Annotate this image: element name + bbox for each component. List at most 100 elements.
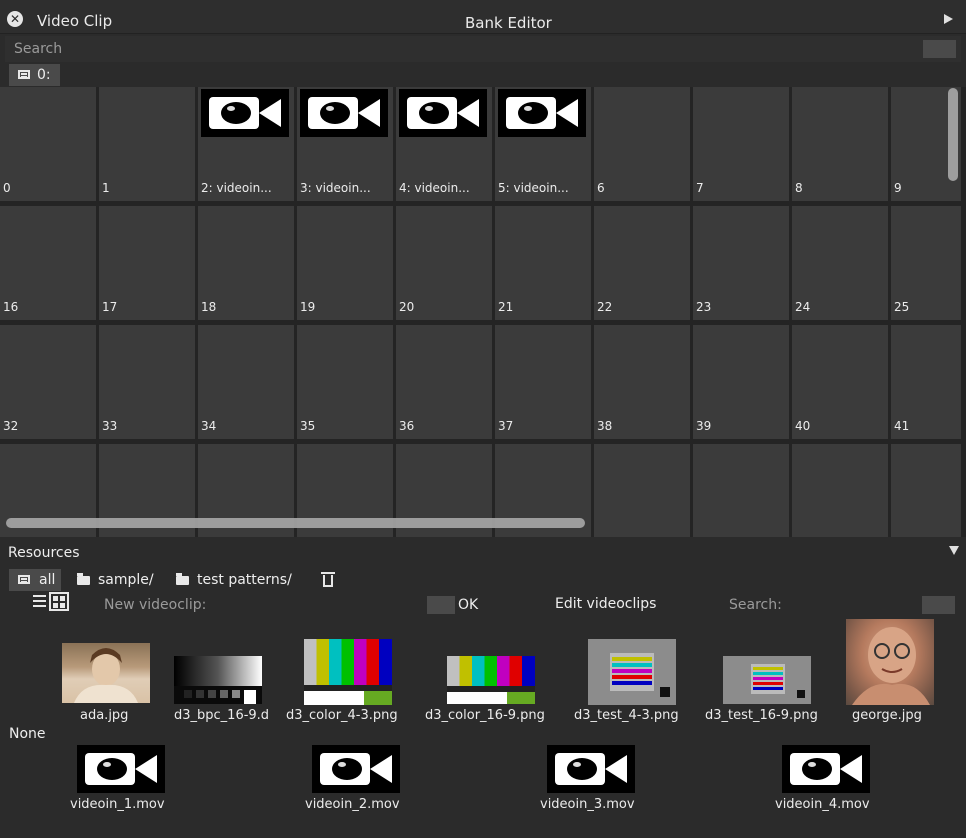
vertical-scrollbar[interactable] bbox=[948, 88, 958, 181]
camera-icon bbox=[300, 89, 388, 137]
new-videoclip-input[interactable] bbox=[427, 596, 455, 614]
trash-icon[interactable] bbox=[321, 572, 335, 587]
thumbnail-video bbox=[782, 745, 870, 793]
grid-cell[interactable]: 33 bbox=[99, 325, 195, 439]
window-title: Video Clip bbox=[37, 12, 113, 30]
grid-view-icon[interactable] bbox=[49, 592, 69, 611]
grid-cell[interactable]: 8 bbox=[792, 87, 888, 201]
grid-cell[interactable]: 6 bbox=[594, 87, 690, 201]
grid-cell[interactable]: 4: videoin... bbox=[396, 87, 492, 201]
cell-label: 40 bbox=[795, 419, 811, 433]
bank-tab-label: 0: bbox=[37, 67, 51, 83]
bank-tab[interactable]: 0: bbox=[9, 64, 60, 86]
editor-title: Bank Editor bbox=[465, 14, 552, 32]
grid-cell[interactable] bbox=[792, 444, 888, 537]
none-option[interactable]: None bbox=[9, 726, 46, 742]
camera-icon bbox=[782, 745, 870, 793]
cell-label: 39 bbox=[696, 419, 712, 433]
grid-cell[interactable]: 21 bbox=[495, 206, 591, 320]
tab-all[interactable]: all bbox=[9, 569, 61, 591]
folder-icon bbox=[176, 573, 189, 585]
grid-cell[interactable]: 35 bbox=[297, 325, 393, 439]
cell-label: 1 bbox=[102, 181, 110, 195]
play-icon[interactable] bbox=[944, 14, 953, 24]
grid-cell[interactable]: 2: videoin... bbox=[198, 87, 294, 201]
grid-cell[interactable]: 7 bbox=[693, 87, 789, 201]
grid-cell[interactable]: 25 bbox=[891, 206, 961, 320]
grid-cell[interactable]: 40 bbox=[792, 325, 888, 439]
camera-icon bbox=[498, 89, 586, 137]
horizontal-scrollbar[interactable] bbox=[6, 518, 585, 528]
cell-label: 17 bbox=[102, 300, 118, 314]
video-clip-window: ✕ Video Clip Bank Editor 0: 0 1 2: videoin… bbox=[0, 0, 966, 838]
thumbnail-ada bbox=[62, 643, 150, 703]
thumbnail-testchart bbox=[588, 639, 676, 705]
color-bars bbox=[304, 639, 392, 705]
resource-label: d3_bpc_16-9.d bbox=[174, 708, 270, 723]
thumbnail-george bbox=[846, 619, 934, 705]
grid-cell[interactable]: 37 bbox=[495, 325, 591, 439]
grid-cell[interactable]: 41 bbox=[891, 325, 961, 439]
resource-label: d3_color_4-3.png bbox=[286, 708, 398, 723]
search-toggle[interactable] bbox=[923, 40, 956, 58]
camera-icon bbox=[77, 745, 165, 793]
thumbnail-video bbox=[547, 745, 635, 793]
grid-cell[interactable]: 18 bbox=[198, 206, 294, 320]
grid-cell[interactable]: 3: videoin... bbox=[297, 87, 393, 201]
thumbnail-colorbars bbox=[447, 656, 535, 704]
grid-cell[interactable]: 36 bbox=[396, 325, 492, 439]
resource-label: d3_test_16-9.png bbox=[705, 708, 818, 723]
grid-cell[interactable]: 0 bbox=[0, 87, 96, 201]
grid-cell[interactable] bbox=[891, 444, 961, 537]
grid-cell[interactable] bbox=[594, 444, 690, 537]
grid-cell[interactable]: 39 bbox=[693, 325, 789, 439]
thumbnail-testchart bbox=[723, 656, 811, 704]
cell-label: 23 bbox=[696, 300, 712, 314]
grid-cell[interactable]: 17 bbox=[99, 206, 195, 320]
grid-cell[interactable]: 19 bbox=[297, 206, 393, 320]
cell-label: 0 bbox=[3, 181, 11, 195]
resources-title: Resources bbox=[8, 545, 80, 561]
resource-label: george.jpg bbox=[852, 708, 922, 723]
grid-cell[interactable]: 16 bbox=[0, 206, 96, 320]
grid-cell[interactable]: 34 bbox=[198, 325, 294, 439]
cell-label: 35 bbox=[300, 419, 316, 433]
grid-cell[interactable]: 5: videoin... bbox=[495, 87, 591, 201]
cell-label: 19 bbox=[300, 300, 316, 314]
grid-cell[interactable]: 20 bbox=[396, 206, 492, 320]
cell-label: 25 bbox=[894, 300, 910, 314]
grid-cell[interactable]: 23 bbox=[693, 206, 789, 320]
resources-search-input[interactable] bbox=[922, 596, 955, 614]
test-chart bbox=[723, 656, 811, 704]
edit-videoclips-button[interactable]: Edit videoclips bbox=[555, 596, 656, 612]
cell-label: 3: videoin... bbox=[300, 181, 371, 195]
cell-label: 9 bbox=[894, 181, 902, 195]
title-bar: ✕ Video Clip Bank Editor bbox=[0, 0, 966, 34]
tab-test-patterns[interactable]: test patterns/ bbox=[176, 569, 292, 591]
grid-cell[interactable]: 22 bbox=[594, 206, 690, 320]
grid-cell[interactable]: 24 bbox=[792, 206, 888, 320]
resource-label: videoin_3.mov bbox=[540, 797, 635, 812]
tab-sample[interactable]: sample/ bbox=[77, 569, 154, 591]
collapse-icon[interactable] bbox=[949, 546, 959, 555]
cell-label: 6 bbox=[597, 181, 605, 195]
grid-cell[interactable] bbox=[693, 444, 789, 537]
portrait-image bbox=[74, 648, 138, 703]
cell-label: 33 bbox=[102, 419, 118, 433]
list-view-icon[interactable] bbox=[33, 595, 46, 608]
ok-button[interactable]: OK bbox=[458, 597, 478, 613]
cell-label: 32 bbox=[3, 419, 19, 433]
grid-cell[interactable]: 1 bbox=[99, 87, 195, 201]
cell-label: 5: videoin... bbox=[498, 181, 569, 195]
gradient-steps bbox=[174, 686, 262, 704]
thumbnail-video bbox=[312, 745, 400, 793]
search-input[interactable] bbox=[5, 36, 905, 62]
color-bars bbox=[447, 656, 535, 704]
close-icon[interactable]: ✕ bbox=[7, 11, 23, 27]
cell-label: 8 bbox=[795, 181, 803, 195]
grid-cell[interactable]: 38 bbox=[594, 325, 690, 439]
grid-cell[interactable]: 32 bbox=[0, 325, 96, 439]
cell-label: 7 bbox=[696, 181, 704, 195]
thumbnail-colorbars bbox=[304, 639, 392, 705]
resources-search-label: Search: bbox=[729, 597, 782, 613]
